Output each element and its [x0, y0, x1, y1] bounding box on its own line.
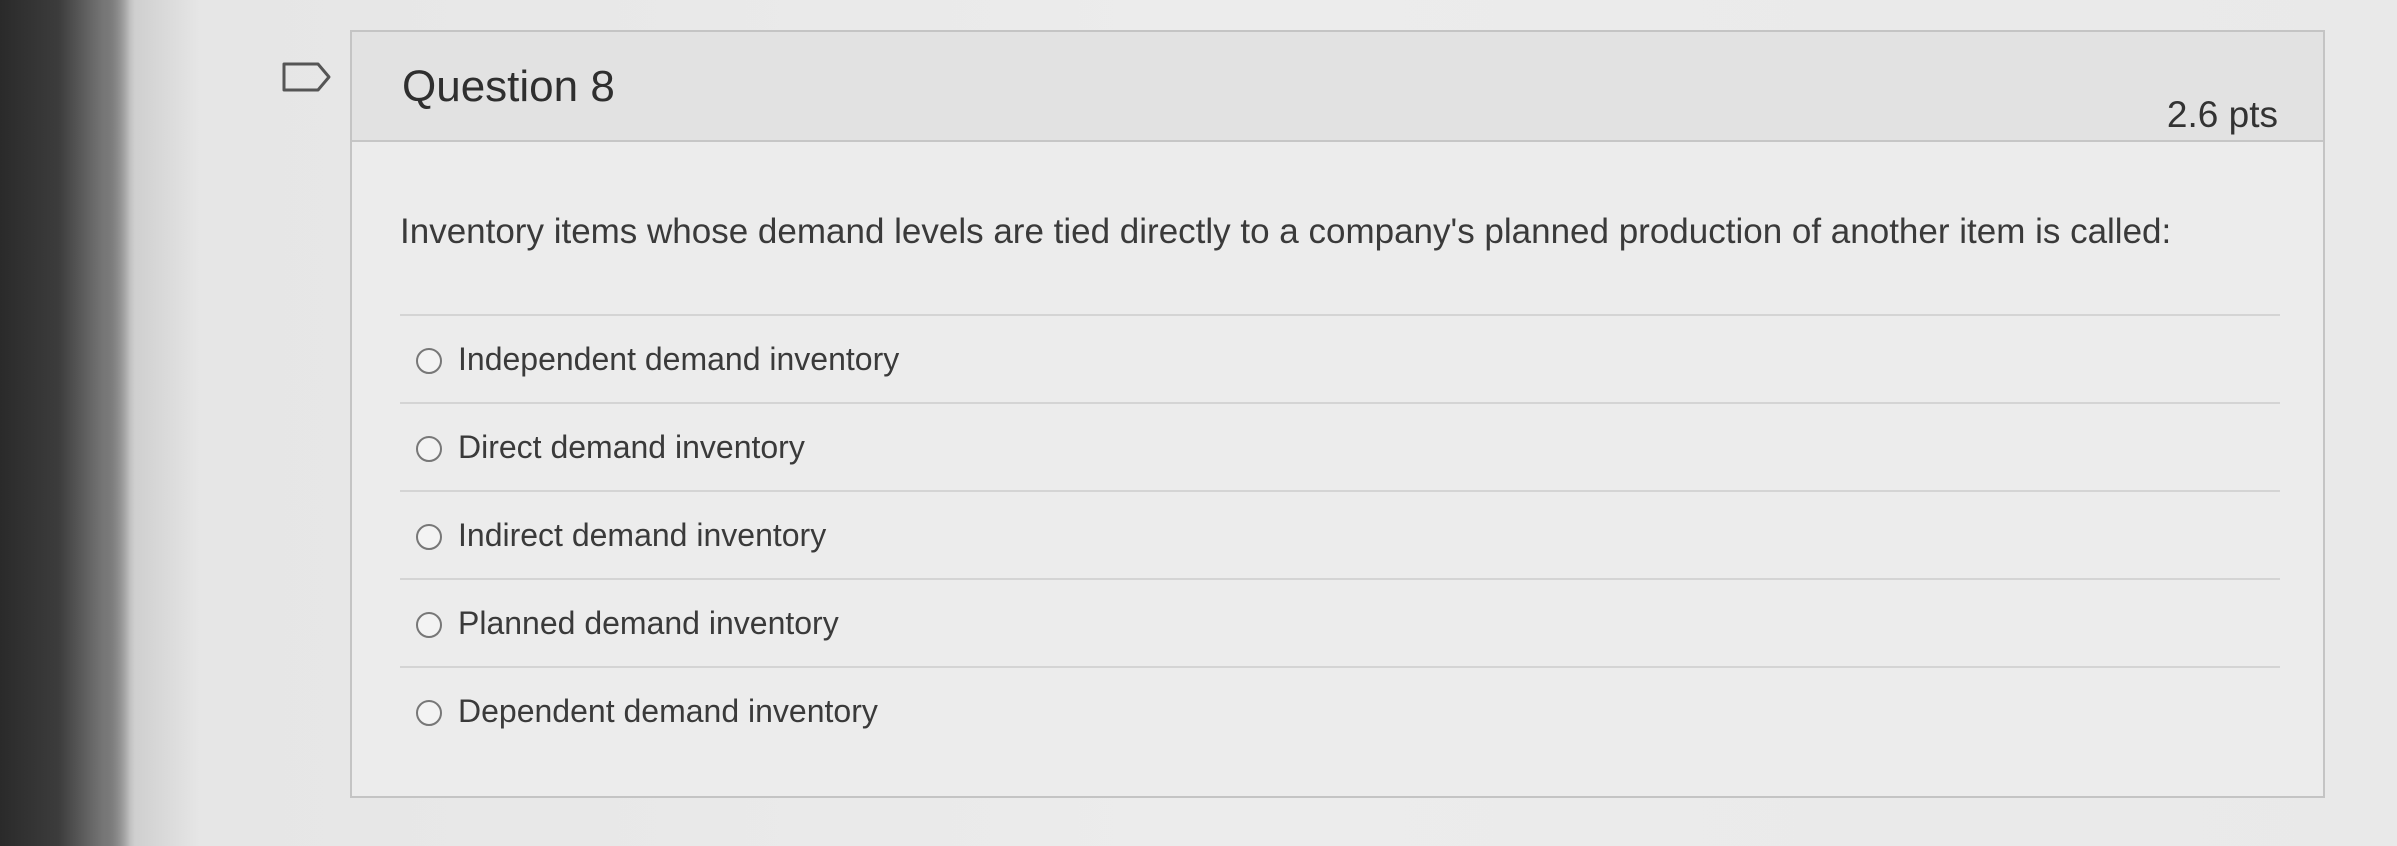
question-title: Question 8: [402, 62, 615, 111]
radio-button-icon[interactable]: [416, 436, 442, 462]
answer-label[interactable]: Direct demand inventory: [458, 429, 805, 466]
answer-option[interactable]: Planned demand inventory: [400, 578, 2280, 666]
answer-option[interactable]: Independent demand inventory: [400, 314, 2280, 402]
answer-label[interactable]: Indirect demand inventory: [458, 517, 826, 554]
answer-list: Independent demand inventory Direct dema…: [400, 314, 2280, 754]
answer-label[interactable]: Planned demand inventory: [458, 605, 839, 642]
question-card: Question 8 2.6 pts Inventory items whose…: [350, 30, 2325, 798]
question-points: 2.6 pts: [2166, 94, 2278, 135]
question-header: Question 8 2.6 pts: [352, 32, 2323, 142]
radio-button-icon[interactable]: [416, 612, 442, 638]
flag-question-icon[interactable]: [282, 62, 332, 92]
radio-button-icon[interactable]: [416, 700, 442, 726]
answer-option[interactable]: Direct demand inventory: [400, 402, 2280, 490]
answer-label[interactable]: Dependent demand inventory: [458, 693, 878, 730]
answer-option[interactable]: Indirect demand inventory: [400, 490, 2280, 578]
question-text: Inventory items whose demand levels are …: [400, 212, 2172, 251]
radio-button-icon[interactable]: [416, 524, 442, 550]
radio-button-icon[interactable]: [416, 348, 442, 374]
screen-edge-shadow: [0, 0, 130, 846]
answer-label[interactable]: Independent demand inventory: [458, 341, 899, 378]
answer-option[interactable]: Dependent demand inventory: [400, 666, 2280, 754]
